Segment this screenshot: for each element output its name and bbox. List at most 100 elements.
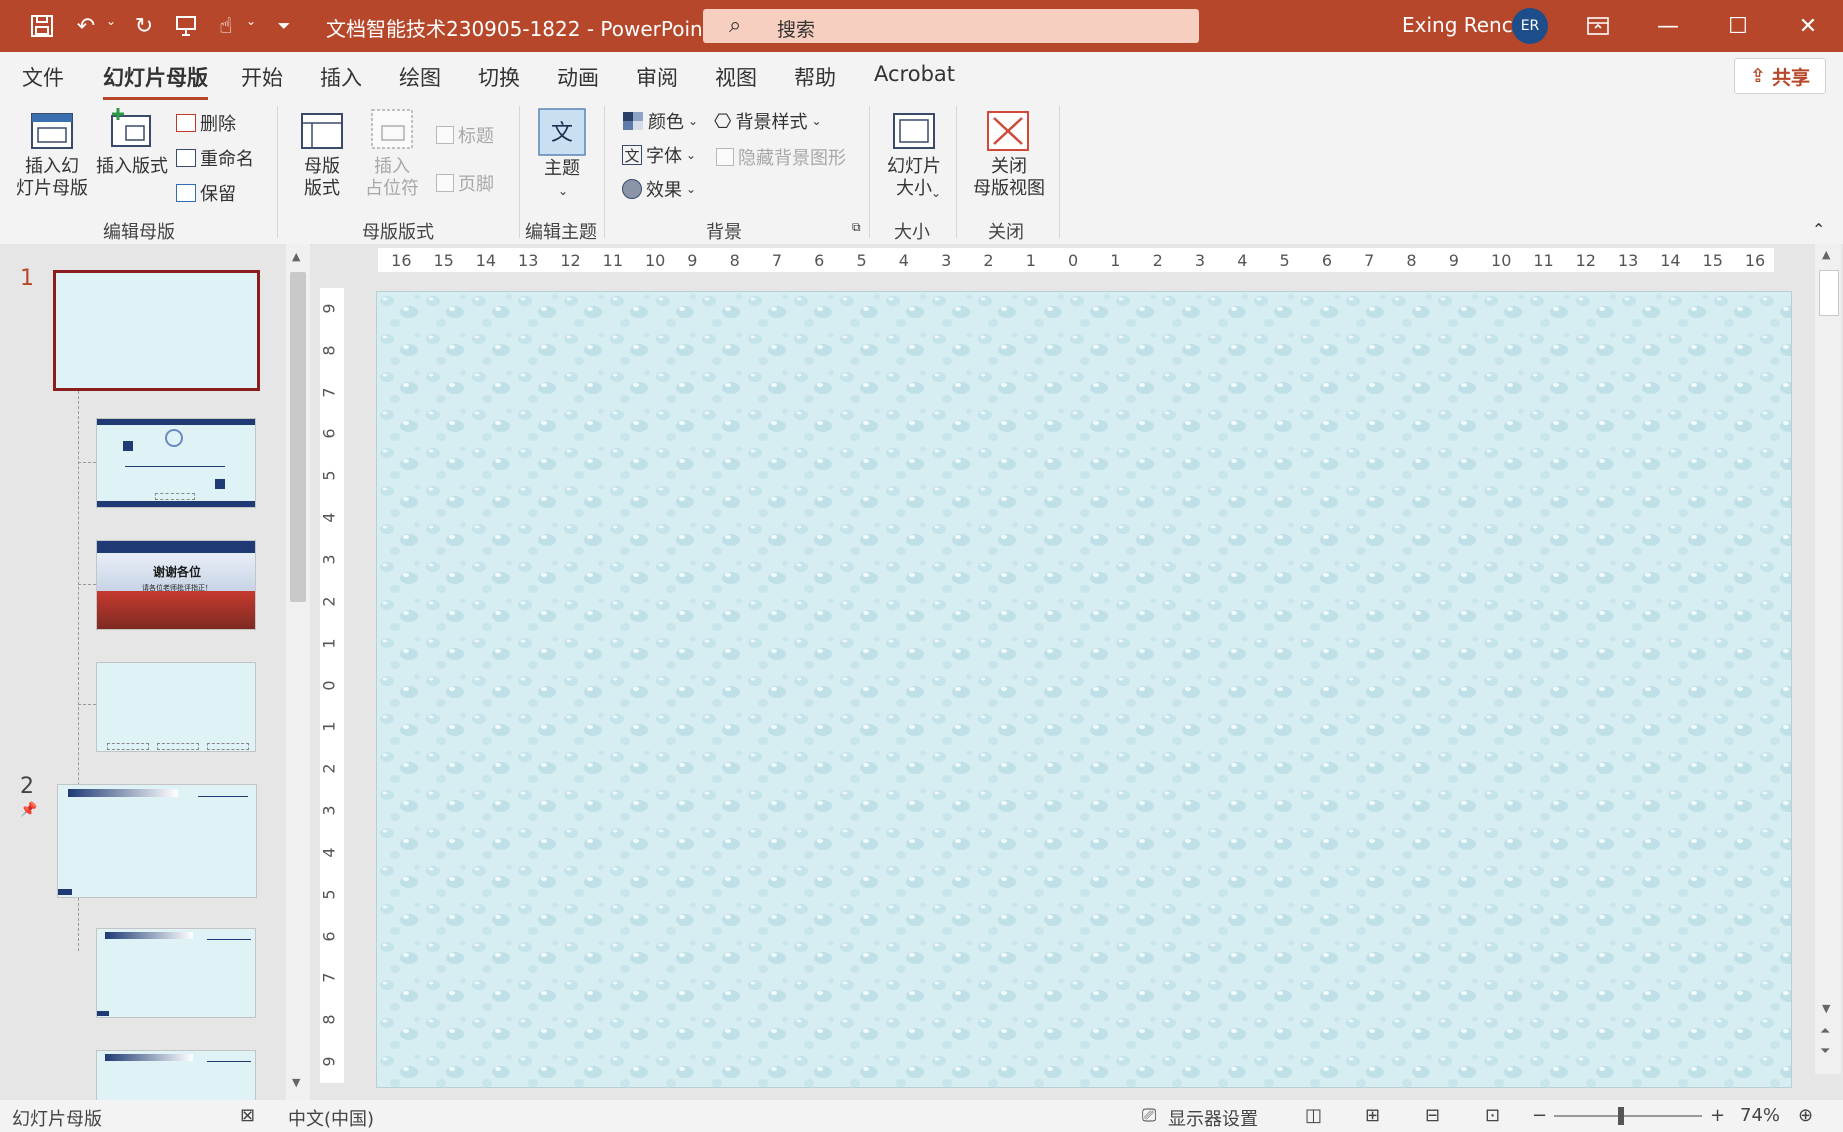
layout-tree-branch <box>78 584 96 585</box>
thumbnail-scroll-thumb[interactable] <box>290 272 306 602</box>
undo-dropdown-icon[interactable]: ⌄ <box>106 14 116 28</box>
share-button[interactable]: ⇪ 共享 <box>1734 58 1826 94</box>
accessibility-icon[interactable]: ⊠ <box>240 1105 255 1126</box>
ruler-tick-label: 4 <box>898 251 909 270</box>
ruler-tick-label: 1 <box>1025 251 1036 270</box>
preserve-icon <box>176 184 196 202</box>
preserve-button[interactable]: 保留 <box>176 180 236 206</box>
group-label-edit-theme: 编辑主题 <box>525 222 597 243</box>
next-slide-icon[interactable]: ⏷ <box>1820 1044 1830 1059</box>
tab-home[interactable]: 开始 <box>241 62 283 92</box>
slide-master-2-thumbnail[interactable] <box>57 784 257 898</box>
thumbnail-scrollbar[interactable]: ▲ ▼ <box>286 244 310 1100</box>
colors-button[interactable]: 颜色 ⌄ <box>622 108 698 134</box>
touch-mode-icon[interactable]: ☝ <box>210 10 242 42</box>
ruler-tick-label: 8 <box>320 345 339 356</box>
customize-quick-access-icon[interactable]: ⏷ <box>268 10 300 42</box>
scroll-up-icon[interactable]: ▲ <box>292 250 300 263</box>
layout-thumbnail-content-2[interactable] <box>96 1050 256 1100</box>
scroll-up-icon[interactable]: ▲ <box>1822 248 1830 261</box>
themes-dropdown-icon[interactable]: ⌄ <box>556 180 570 202</box>
layout-thumbnail-content[interactable] <box>96 928 256 1018</box>
save-icon[interactable] <box>26 10 58 42</box>
tab-animations[interactable]: 动画 <box>557 62 599 92</box>
tab-file[interactable]: 文件 <box>22 62 64 92</box>
master-header-band <box>68 789 178 797</box>
insert-layout-button[interactable]: 插入版式 <box>94 156 170 178</box>
document-title: 文档智能技术230905-1822 - PowerPoint <box>326 17 711 41</box>
hide-background-graphics-checkbox[interactable]: 隐藏背景图形 <box>716 144 846 170</box>
layout-tree-branch <box>78 704 96 705</box>
format-background-dialog-launcher-icon[interactable]: ⧉ <box>852 220 861 235</box>
zoom-level[interactable]: 74% <box>1740 1105 1780 1126</box>
present-from-start-icon[interactable] <box>170 10 202 42</box>
slide-master-thumbnail[interactable] <box>53 270 260 391</box>
redo-icon[interactable]: ↻ <box>128 10 160 42</box>
collapse-ribbon-icon[interactable]: ⌃ <box>1812 220 1825 239</box>
master-layout-icon <box>300 112 344 152</box>
ruler-tick-label: 7 <box>1364 251 1375 270</box>
scroll-down-icon[interactable]: ▼ <box>1822 1002 1830 1015</box>
zoom-slider-thumb[interactable] <box>1617 1107 1624 1125</box>
previous-slide-icon[interactable]: ⏶ <box>1820 1024 1830 1039</box>
ruler-tick-label: 9 <box>687 251 698 270</box>
zoom-in-button[interactable]: + <box>1710 1105 1725 1126</box>
fit-slide-icon[interactable]: ⊕ <box>1798 1105 1813 1126</box>
thanks-subtitle: 请各位老师批评指正！ <box>142 584 212 592</box>
delete-button[interactable]: 删除 <box>176 110 236 136</box>
effects-button[interactable]: 效果 ⌄ <box>622 176 696 202</box>
themes-button[interactable]: 主题 <box>536 158 588 180</box>
editor-scrollbar[interactable]: ▲ ▼ ⏶ ⏷ <box>1815 244 1841 1074</box>
normal-view-icon[interactable]: ◫ <box>1305 1105 1322 1126</box>
tab-help[interactable]: 帮助 <box>794 62 836 92</box>
insert-slide-master-button[interactable]: 插入幻 灯片母版 <box>14 156 90 200</box>
close-icon[interactable]: ✕ <box>1773 0 1843 52</box>
group-label-master-layout: 母版版式 <box>362 222 434 243</box>
layout-thumbnail-thanks[interactable]: 谢谢各位 请各位老师批评指正！ <box>96 540 256 630</box>
tab-draw[interactable]: 绘图 <box>399 62 441 92</box>
layout-top-band <box>97 419 255 425</box>
slide-canvas[interactable] <box>376 291 1792 1088</box>
ribbon-display-options-icon[interactable] <box>1563 0 1633 52</box>
touch-mode-dropdown-icon[interactable]: ⌄ <box>246 14 256 28</box>
display-settings-button[interactable]: 显示器设置 <box>1168 1105 1258 1131</box>
page-number-tag <box>58 889 72 895</box>
master-layout-button[interactable]: 母版 版式 <box>290 156 354 200</box>
search-box[interactable]: ⌕ 搜索 <box>703 9 1199 43</box>
tab-transitions[interactable]: 切换 <box>478 62 520 92</box>
tab-review[interactable]: 审阅 <box>636 62 678 92</box>
background-styles-button[interactable]: ⎔ 背景样式 ⌄ <box>714 108 822 134</box>
slide-size-dropdown-icon[interactable]: ⌄ <box>930 182 942 204</box>
language-status[interactable]: 中文(中国) <box>288 1105 374 1131</box>
slideshow-icon[interactable]: ⊡ <box>1485 1105 1500 1126</box>
undo-icon[interactable]: ↶ <box>70 10 102 42</box>
tab-slide-master[interactable]: 幻灯片母版 <box>103 62 208 100</box>
zoom-slider[interactable] <box>1554 1107 1702 1125</box>
svg-text:文: 文 <box>551 121 573 146</box>
title-checkbox[interactable]: 标题 <box>436 122 494 148</box>
ruler-tick-label: 12 <box>1575 251 1596 270</box>
layout-thumbnail-title[interactable] <box>96 418 256 508</box>
maximize-icon[interactable]: ☐ <box>1703 0 1773 52</box>
avatar[interactable]: ER <box>1512 8 1548 44</box>
user-name[interactable]: Exing Renc <box>1402 13 1513 37</box>
footer-checkbox[interactable]: 页脚 <box>436 170 494 196</box>
zoom-out-button[interactable]: − <box>1532 1105 1547 1126</box>
tab-view[interactable]: 视图 <box>715 62 757 92</box>
reading-view-icon[interactable]: ⊟ <box>1425 1105 1440 1126</box>
ruler-tick-label: 11 <box>1533 251 1554 270</box>
rename-button[interactable]: 重命名 <box>176 145 254 171</box>
close-master-view-button[interactable]: 关闭 母版视图 <box>964 156 1054 200</box>
slide-sorter-icon[interactable]: ⊞ <box>1365 1105 1380 1126</box>
minimize-icon[interactable]: — <box>1633 0 1703 52</box>
scroll-down-icon[interactable]: ▼ <box>292 1076 300 1089</box>
group-label-background: 背景 <box>706 222 742 243</box>
layout-thumbnail-blank[interactable] <box>96 662 256 752</box>
fonts-button[interactable]: 文 字体 ⌄ <box>622 142 696 168</box>
editor-scroll-thumb[interactable] <box>1819 270 1839 316</box>
insert-placeholder-button[interactable]: 插入 占位符 <box>352 156 432 200</box>
tab-acrobat[interactable]: Acrobat <box>874 62 955 86</box>
slide-size-button[interactable]: 幻灯片 大小 <box>874 156 954 200</box>
tab-insert[interactable]: 插入 <box>320 62 362 92</box>
layout-decor-square <box>123 441 133 451</box>
